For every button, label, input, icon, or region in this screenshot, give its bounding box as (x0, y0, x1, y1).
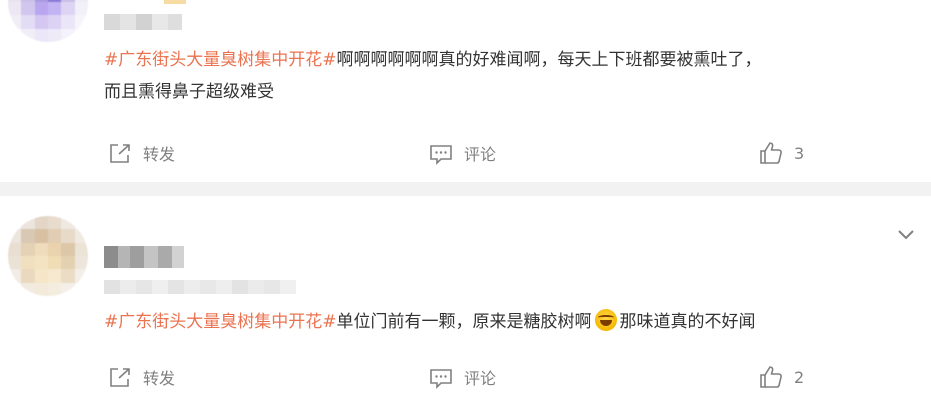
comment-button[interactable]: 评论 (428, 138, 496, 168)
thumbs-up-icon (760, 142, 782, 164)
like-button[interactable]: 3 (758, 138, 804, 168)
hashtag-link[interactable]: #广东街头大量臭树集中开花# (104, 50, 337, 70)
hashtag-link[interactable]: #广东街头大量臭树集中开花# (104, 312, 337, 332)
like-button[interactable]: 2 (758, 362, 804, 392)
vip-badge (164, 0, 186, 4)
thumbs-up-icon (760, 366, 782, 388)
comment-icon (430, 145, 452, 165)
comment-label: 评论 (464, 369, 497, 388)
comment-label: 评论 (464, 145, 497, 164)
like-count: 3 (794, 143, 805, 163)
comment-text: #广东街头大量臭树集中开花#单位门前有一颗，原来是糖胶树啊 那味道真的不好闻 (104, 306, 756, 338)
action-bar: 转发 评论 2 (0, 362, 931, 392)
action-bar: 转发 评论 3 (0, 138, 931, 168)
avatar[interactable] (8, 216, 88, 296)
comment-icon (430, 369, 452, 389)
forward-button[interactable]: 转发 (107, 362, 175, 392)
like-count: 2 (794, 367, 805, 387)
forward-label: 转发 (143, 145, 176, 164)
forward-icon (110, 144, 130, 163)
timestamp-source-blurred (104, 280, 296, 294)
avatar[interactable] (8, 0, 88, 42)
username-blurred[interactable] (104, 14, 182, 30)
forward-label: 转发 (143, 369, 176, 388)
comment-card: #广东街头大量臭树集中开花#啊啊啊啊啊啊真的好难闻啊，每天上下班都要被熏吐了， … (0, 0, 931, 182)
comment-button[interactable]: 评论 (428, 362, 496, 392)
laughing-crying-emoji (594, 309, 617, 331)
chevron-down-icon[interactable] (895, 223, 917, 245)
card-separator (0, 182, 931, 196)
username-blurred[interactable] (104, 246, 184, 268)
comment-text: #广东街头大量臭树集中开花#啊啊啊啊啊啊真的好难闻啊，每天上下班都要被熏吐了， … (104, 50, 762, 102)
forward-button[interactable]: 转发 (107, 138, 175, 168)
comment-card: #广东街头大量臭树集中开花#单位门前有一颗，原来是糖胶树啊 那味道真的不好闻 转发… (0, 196, 931, 404)
forward-icon (110, 368, 130, 387)
